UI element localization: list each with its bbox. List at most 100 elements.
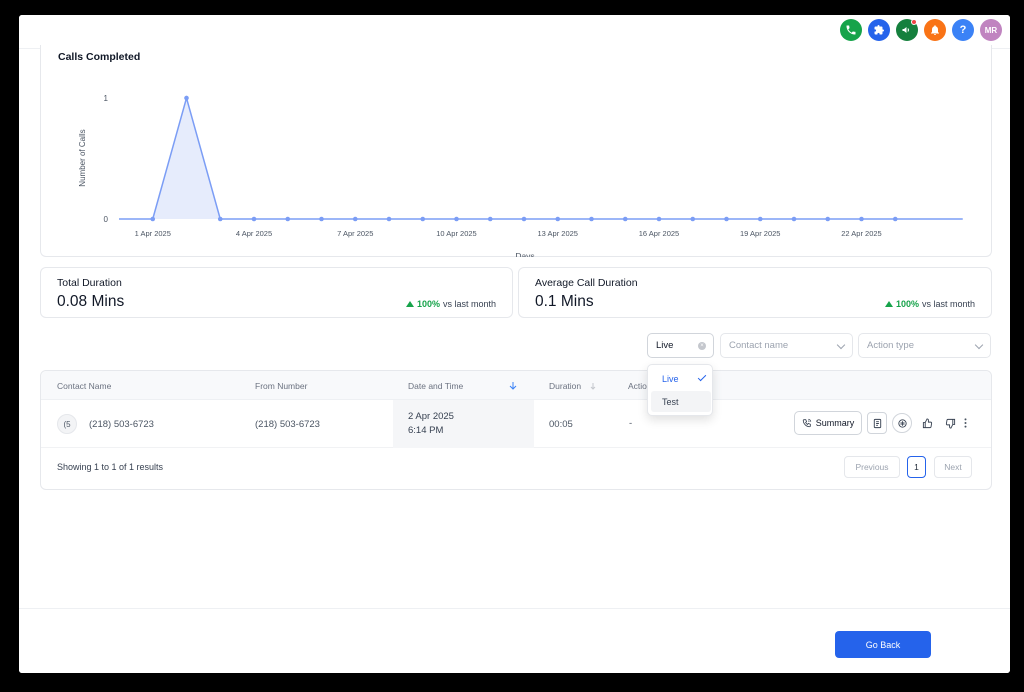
- data-point: [251, 216, 257, 222]
- contact-avatar: (5: [57, 414, 77, 434]
- page-1-button[interactable]: 1: [907, 456, 926, 478]
- x-tick-label: 10 Apr 2025: [436, 229, 476, 238]
- x-tick-label: 1 Apr 2025: [135, 229, 171, 238]
- change-suffix: vs last month: [921, 299, 975, 309]
- puzzle-icon[interactable]: [868, 19, 890, 41]
- option-label: Live: [662, 373, 679, 384]
- data-point: [487, 216, 493, 222]
- table-row[interactable]: (5 (218) 503-6723 (218) 503-6723 2 Apr 2…: [41, 400, 991, 448]
- change-suffix: vs last month: [442, 299, 496, 309]
- data-point: [420, 216, 426, 222]
- action-type-placeholder: Action type: [867, 340, 914, 351]
- stat-label: Average Call Duration: [535, 277, 638, 289]
- thumbs-up-icon: [922, 417, 932, 428]
- clear-icon[interactable]: ×: [698, 342, 706, 350]
- more-options-button[interactable]: [959, 412, 971, 434]
- user-avatar[interactable]: MR: [980, 19, 1002, 41]
- thumbs-down-button[interactable]: [940, 412, 960, 434]
- stat-change: 100% vs last month: [884, 299, 975, 309]
- data-point: [757, 216, 763, 222]
- x-tick-label: 7 Apr 2025: [337, 229, 373, 238]
- data-point: [690, 216, 696, 222]
- column-contact-name[interactable]: Contact Name: [57, 381, 111, 391]
- call-time: 6:14 PM: [408, 425, 444, 436]
- thumbs-down-icon: [945, 418, 955, 429]
- data-point: [656, 216, 662, 222]
- more-vertical-icon: [964, 418, 966, 428]
- contact-name-placeholder: Contact name: [729, 340, 789, 351]
- series-line: [119, 95, 963, 220]
- mode-dropdown-menu: Live Test: [647, 364, 713, 416]
- data-point: [555, 216, 561, 222]
- check-icon: [697, 372, 707, 382]
- calls-table: Contact Name From Number Date and Time D…: [40, 370, 992, 490]
- app-window: ? MR Calls Completed 0 1 Number of Calls 1 …: [19, 15, 1010, 673]
- data-point: [521, 216, 527, 222]
- transcript-button[interactable]: [867, 412, 887, 434]
- x-tick-label: 4 Apr 2025: [236, 229, 272, 238]
- call-date: 2 Apr 2025: [408, 411, 454, 422]
- data-point: [386, 216, 392, 222]
- megaphone-icon[interactable]: [896, 19, 918, 41]
- data-point: [892, 216, 898, 222]
- data-point: [859, 216, 864, 222]
- recording-button[interactable]: [892, 413, 912, 433]
- option-label: Test: [662, 396, 679, 407]
- previous-page-button[interactable]: Previous: [844, 456, 900, 478]
- mode-select[interactable]: Live ×: [647, 333, 714, 358]
- data-point: [791, 216, 797, 222]
- summary-button[interactable]: Summary: [794, 411, 862, 435]
- document-icon: [873, 418, 881, 428]
- contact-name-select[interactable]: Contact name: [720, 333, 853, 358]
- data-point: [319, 216, 324, 222]
- stat-value: 0.08 Mins: [57, 293, 125, 310]
- x-axis-label: Days: [515, 251, 534, 257]
- series-area: [119, 98, 963, 219]
- x-tick-label: 16 Apr 2025: [639, 229, 679, 238]
- call-duration: 00:05: [549, 419, 573, 430]
- stat-value: 0.1 Mins: [535, 293, 594, 310]
- chevron-down-icon: [836, 340, 846, 350]
- column-from-number[interactable]: From Number: [255, 381, 307, 391]
- y-axis-label: Number of Calls: [78, 129, 87, 186]
- next-page-button[interactable]: Next: [934, 456, 972, 478]
- option-test[interactable]: Test: [651, 391, 711, 412]
- phone-call-icon: [802, 418, 811, 428]
- calls-completed-card: Calls Completed 0 1 Number of Calls 1 Apr 2…: [40, 45, 992, 257]
- stat-change: 100% vs last month: [405, 299, 496, 309]
- audio-icon: [897, 418, 907, 428]
- bell-icon[interactable]: [924, 19, 946, 41]
- notification-badge: [911, 19, 917, 25]
- column-action[interactable]: Actio: [628, 381, 647, 391]
- sort-icon[interactable]: [590, 382, 596, 390]
- go-back-button[interactable]: Go Back: [835, 631, 931, 658]
- column-date-time[interactable]: Date and Time: [408, 381, 463, 391]
- sort-down-icon[interactable]: [509, 381, 517, 390]
- data-point: [217, 216, 223, 222]
- top-bar: ? MR: [19, 15, 1010, 49]
- data-point: [352, 216, 358, 222]
- contact-name: (218) 503-6723: [89, 419, 154, 430]
- header-icons: ? MR: [840, 19, 1002, 41]
- y-tick-label: 1: [104, 94, 109, 103]
- column-duration[interactable]: Duration: [549, 381, 581, 391]
- data-point: [285, 216, 291, 222]
- x-tick-label: 22 Apr 2025: [841, 229, 881, 238]
- stat-label: Total Duration: [57, 277, 122, 289]
- data-point: [454, 216, 459, 222]
- results-count: Showing 1 to 1 of 1 results: [57, 462, 164, 472]
- mode-select-value: Live: [656, 340, 674, 351]
- date-cell-bg: [393, 400, 534, 448]
- average-duration-card: Average Call Duration 0.1 Mins 100% vs l…: [518, 267, 992, 318]
- thumbs-up-button[interactable]: [917, 412, 937, 434]
- trend-up-icon: [884, 301, 893, 307]
- y-tick-label: 0: [104, 215, 109, 224]
- data-point: [622, 216, 628, 222]
- action-type-select[interactable]: Action type: [858, 333, 991, 358]
- change-percent: 100%: [416, 299, 440, 309]
- change-percent: 100%: [895, 299, 919, 309]
- total-duration-card: Total Duration 0.08 Mins 100% vs last mo…: [40, 267, 513, 318]
- phone-icon[interactable]: [840, 19, 862, 41]
- help-icon[interactable]: ?: [952, 19, 974, 41]
- option-live[interactable]: Live: [651, 368, 711, 389]
